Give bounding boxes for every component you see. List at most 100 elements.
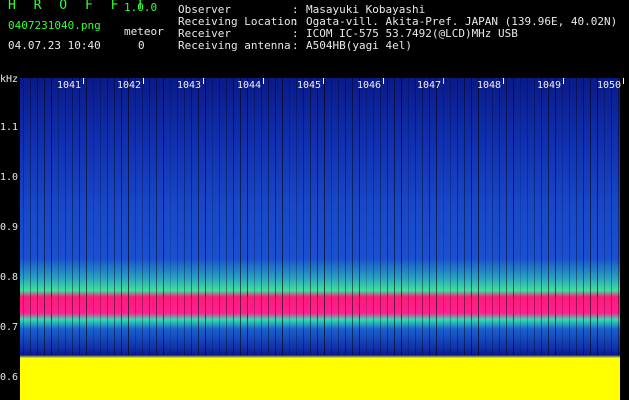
spectrogram-streak — [422, 78, 423, 355]
spectrogram-streak — [471, 78, 472, 355]
spectrogram-streak — [282, 78, 283, 355]
spectrogram-streak — [436, 78, 437, 355]
spectrogram-streak — [359, 78, 360, 355]
spectrogram-streak — [296, 78, 297, 355]
spectrogram-streak — [457, 78, 458, 355]
spectrogram-streak — [170, 78, 171, 355]
spectrogram-streak — [520, 78, 521, 355]
spectrogram-streak — [226, 78, 227, 355]
spectrogram-streak — [513, 78, 514, 355]
app-version: 1.0.0 — [124, 1, 158, 14]
spectrogram-streak — [37, 78, 38, 355]
spectrogram-streak — [485, 78, 486, 355]
spectrogram-streak — [345, 78, 346, 355]
y-axis-unit: kHz — [0, 74, 19, 85]
spectrogram-streak — [303, 78, 304, 355]
spectrogram-streak — [30, 78, 31, 355]
spectrogram-streak — [310, 78, 311, 355]
spectrogram-streak — [331, 78, 332, 355]
spectrogram-streak — [380, 78, 381, 355]
spectrogram-streak — [492, 78, 493, 355]
spectrogram-streak — [499, 78, 500, 355]
spectrogram-streak — [100, 78, 101, 355]
spectrogram-streak — [254, 78, 255, 355]
spectrogram-streak — [338, 78, 339, 355]
spectrogram-streak — [198, 78, 199, 355]
x-tick-label: 1044 — [237, 80, 262, 91]
spectrogram-streak — [478, 78, 479, 355]
x-tick-mark — [203, 78, 204, 84]
spectrogram-streak — [527, 78, 528, 355]
spectrogram-streak — [247, 78, 248, 355]
x-tick-label: 1047 — [417, 80, 442, 91]
antenna-label: Receiving antenna — [178, 39, 291, 52]
spectrogram-streak — [163, 78, 164, 355]
spectrogram-streak — [450, 78, 451, 355]
spectrogram-streak — [23, 78, 24, 355]
x-tick-mark — [383, 78, 384, 84]
spectrogram-streak — [135, 78, 136, 355]
spectrogram-image — [20, 78, 624, 400]
spectrogram-streak — [401, 78, 402, 355]
spectrogram-streak — [394, 78, 395, 355]
spectrogram-streak — [618, 78, 619, 355]
antenna-value: A504HB(yagi 4el) — [306, 39, 412, 52]
spectrogram-streak — [156, 78, 157, 355]
spectrogram-streak — [275, 78, 276, 355]
spectrogram-streak — [289, 78, 290, 355]
spectrogram-streak — [268, 78, 269, 355]
spectrogram-streak — [569, 78, 570, 355]
x-tick-mark — [143, 78, 144, 84]
x-tick-label: 1048 — [477, 80, 502, 91]
meteor-count: 0 — [138, 39, 145, 52]
y-tick-label: 0.7 — [0, 322, 19, 333]
spectrogram-streak — [128, 78, 129, 355]
spectrogram-streak — [387, 78, 388, 355]
spectrogram-streak — [212, 78, 213, 355]
spectrogram-streak — [121, 78, 122, 355]
x-tick-mark — [263, 78, 264, 84]
spectrogram-streak — [65, 78, 66, 355]
spectrogram-streak — [324, 78, 325, 355]
spectrogram-streak — [177, 78, 178, 355]
spectrogram-streak — [611, 78, 612, 355]
spectrogram-streak — [443, 78, 444, 355]
x-tick-label: 1042 — [117, 80, 142, 91]
x-tick-mark — [623, 78, 624, 84]
spectrogram-streak — [233, 78, 234, 355]
spectrogram-streak — [58, 78, 59, 355]
spectrogram-streak — [562, 78, 563, 355]
spectrogram-streak — [408, 78, 409, 355]
spectrogram-streak — [583, 78, 584, 355]
x-tick-label: 1046 — [357, 80, 382, 91]
x-tick-mark — [563, 78, 564, 84]
spectrogram-streak — [44, 78, 45, 355]
spectrogram-streak — [79, 78, 80, 355]
y-tick-label: 0.8 — [0, 272, 19, 283]
spectrogram-streak — [548, 78, 549, 355]
spectrogram-streak — [541, 78, 542, 355]
x-tick-label: 1050 — [597, 80, 622, 91]
spectrogram-streak — [86, 78, 87, 355]
spectrogram-streak — [240, 78, 241, 355]
spectrogram-streak — [464, 78, 465, 355]
y-tick-label: 1.1 — [0, 122, 19, 133]
y-tick-label: 0.9 — [0, 222, 19, 233]
antenna-colon: : — [292, 39, 299, 52]
spectrogram-streak — [191, 78, 192, 355]
spectrogram-streak — [317, 78, 318, 355]
spectrogram-streak — [184, 78, 185, 355]
spectrogram-streak — [429, 78, 430, 355]
spectrogram-streak — [373, 78, 374, 355]
filename: 0407231040.png — [8, 19, 101, 32]
x-tick-mark — [503, 78, 504, 84]
spectrogram-streak — [506, 78, 507, 355]
spectrogram-streak — [93, 78, 94, 355]
x-tick-label: 1043 — [177, 80, 202, 91]
y-tick-label: 0.6 — [0, 372, 19, 383]
spectrogram-streak — [597, 78, 598, 355]
spectrogram-streak — [142, 78, 143, 355]
spectrogram-streak — [205, 78, 206, 355]
spectrogram-streak — [352, 78, 353, 355]
spectrogram-streak — [604, 78, 605, 355]
